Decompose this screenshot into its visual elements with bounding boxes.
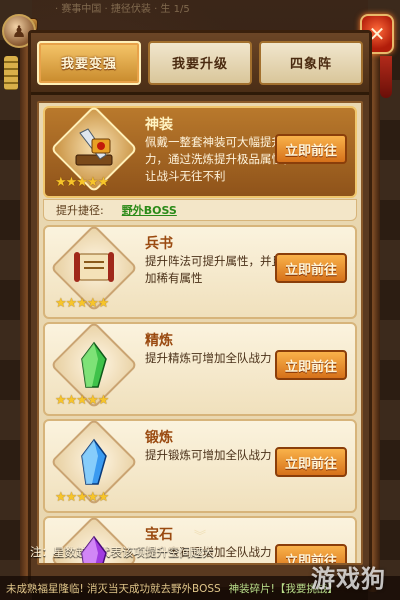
watermark-logo: 游戏狗 bbox=[311, 564, 386, 593]
list-item-forge: ★★★★★ 锻炼 提升锻炼可增加全队战力 立即前往 bbox=[43, 418, 357, 513]
item-title: 兵书 bbox=[145, 236, 173, 252]
list-item-refine: ★★★★★ 精炼 提升精炼可增加全队战力 立即前往 bbox=[43, 321, 357, 416]
go-now-button[interactable]: 立即前往 bbox=[275, 253, 347, 283]
item-description: 提升阵法可提升属性，并且增加稀有属性 bbox=[145, 254, 295, 285]
weapon-icon bbox=[75, 128, 113, 166]
shortcut-label: 提升捷径: bbox=[56, 204, 104, 217]
chat-line-2: 未成熟福星隆临! 消灭当天成功就去野外BOSS bbox=[6, 582, 221, 595]
shortcut-bar: 提升捷径: 野外BOSS bbox=[43, 199, 357, 221]
item-icon-box bbox=[50, 418, 138, 506]
green-crystal-icon bbox=[81, 341, 107, 388]
go-now-button[interactable]: 立即前往 bbox=[275, 350, 347, 380]
list-item-military-book: ★★★★★ 兵书 提升阵法可提升属性，并且增加稀有属性 立即前往 bbox=[43, 224, 357, 319]
improvement-list[interactable]: ★★★★★ 神装 佩戴一整套神装可大幅提升战力，通过洗炼提升极品属性，让战斗无往… bbox=[37, 101, 363, 565]
scroll-icon bbox=[74, 252, 114, 282]
tassel-decoration bbox=[380, 56, 392, 98]
item-icon-box bbox=[50, 224, 138, 312]
tab-four-symbols-formation[interactable]: 四象阵 bbox=[259, 40, 363, 85]
footnote: 注：星数越高代表该项提升空间越大 bbox=[30, 545, 214, 559]
background-top-text: · 赛事中国 · 捷径伏装 · 生 1/5 bbox=[55, 4, 190, 15]
item-description: 提升精炼可增加全队战力 bbox=[145, 351, 272, 365]
star-rating: ★★★★★ bbox=[55, 175, 109, 190]
item-title: 神装 bbox=[145, 117, 173, 133]
item-title: 精炼 bbox=[145, 333, 173, 349]
star-rating: ★★★★★ bbox=[55, 296, 109, 311]
star-rating: ★★★★★ bbox=[55, 490, 109, 505]
star-rating: ★★★★★ bbox=[55, 393, 109, 408]
purple-crystal-icon bbox=[81, 535, 107, 563]
shortcut-link-field-boss[interactable]: 野外BOSS bbox=[122, 202, 177, 218]
item-icon-box bbox=[50, 321, 138, 409]
scroll-indicator-icon: ︾ bbox=[193, 529, 206, 543]
avatar-glyph: ♟ bbox=[11, 21, 27, 41]
item-title: 宝石 bbox=[145, 527, 173, 543]
item-icon-box bbox=[50, 105, 138, 193]
item-description: 提升锻炼可增加全队战力 bbox=[145, 448, 272, 462]
item-description: 佩戴一整套神装可大幅提升战力，通过洗炼提升极品属性，让战斗无往不利 bbox=[145, 135, 295, 183]
tab-get-stronger[interactable]: 我要变强 bbox=[37, 40, 141, 85]
tab-level-up[interactable]: 我要升级 bbox=[148, 40, 252, 85]
blue-crystal-icon bbox=[81, 438, 107, 485]
go-now-button[interactable]: 立即前往 bbox=[275, 134, 347, 164]
item-title: 锻炼 bbox=[145, 430, 173, 446]
coin-stack-icon bbox=[4, 56, 18, 90]
go-now-button[interactable]: 立即前往 bbox=[275, 447, 347, 477]
tab-bar: 我要变强 我要升级 四象阵 bbox=[31, 33, 369, 95]
list-item-divine-gear: ★★★★★ 神装 佩戴一整套神装可大幅提升战力，通过洗炼提升极品属性，让战斗无往… bbox=[43, 105, 357, 198]
improve-panel: 我要变强 我要升级 四象阵 ★★★★★ 神装 佩戴一整套神装可大幅提升战力，通过… bbox=[28, 30, 372, 590]
